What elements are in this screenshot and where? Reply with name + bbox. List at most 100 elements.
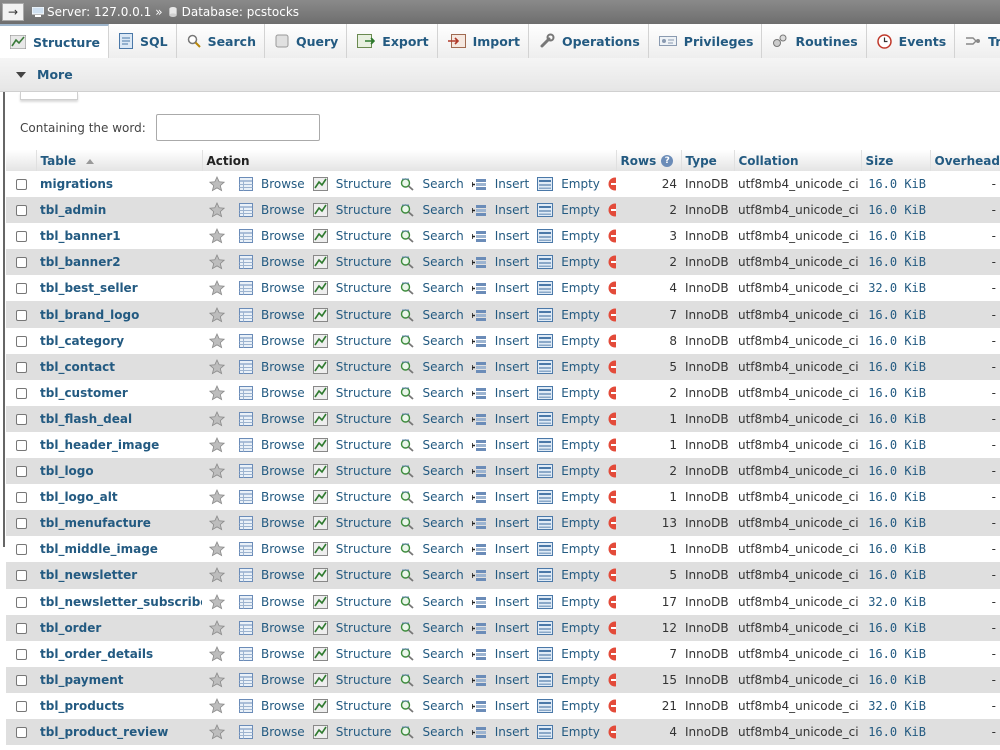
action-structure-link[interactable]: Structure (312, 568, 392, 583)
favorite-star-icon[interactable] (209, 202, 229, 218)
action-browse-link[interactable]: Browse (239, 568, 305, 583)
size-link[interactable]: 16.0 KiB (861, 614, 930, 641)
favorite-star-icon[interactable] (209, 228, 229, 244)
action-structure-link[interactable]: Structure (312, 281, 392, 296)
action-structure-link[interactable]: Structure (312, 359, 392, 374)
action-structure-link[interactable]: Structure (312, 255, 392, 270)
row-checkbox[interactable] (15, 179, 27, 191)
row-checkbox[interactable] (15, 674, 27, 686)
action-search-link[interactable]: Search (400, 281, 464, 295)
header-type[interactable]: Type (681, 150, 735, 171)
table-name-link[interactable]: tbl_contact (40, 360, 115, 374)
row-checkbox[interactable] (15, 231, 27, 243)
action-drop-link[interactable]: Drop (608, 438, 616, 452)
favorite-star-icon[interactable] (209, 671, 229, 688)
action-structure-link[interactable]: Structure (312, 725, 392, 740)
breadcrumb-database[interactable]: Database: pcstocks (167, 5, 299, 19)
action-search-link[interactable]: Search (400, 542, 464, 556)
favorite-star-icon[interactable] (209, 567, 229, 583)
size-link[interactable]: 16.0 KiB (861, 458, 930, 485)
action-search-link[interactable]: Search (400, 203, 464, 217)
action-drop-link[interactable]: Drop (608, 725, 616, 739)
size-link[interactable]: 16.0 KiB (861, 249, 930, 276)
action-empty-link[interactable]: Empty (537, 385, 600, 400)
action-structure-link[interactable]: Structure (312, 203, 392, 218)
action-structure-link[interactable]: Structure (312, 672, 392, 687)
tab-routines[interactable]: Routines (762, 24, 867, 58)
action-empty-link[interactable]: Empty (537, 229, 600, 244)
table-name-link[interactable]: tbl_banner1 (40, 229, 121, 243)
row-checkbox[interactable] (15, 387, 27, 399)
tab-export[interactable]: Export (347, 24, 438, 58)
favorite-star-icon[interactable] (209, 254, 229, 270)
action-search-link[interactable]: Search (400, 516, 464, 530)
favorite-star-icon[interactable] (209, 358, 229, 375)
action-browse-link[interactable]: Browse (239, 385, 305, 400)
action-browse-link[interactable]: Browse (239, 594, 305, 609)
row-checkbox[interactable] (15, 570, 27, 582)
table-name-link[interactable]: tbl_flash_deal (40, 412, 132, 426)
action-insert-link[interactable]: Insert (471, 334, 529, 348)
row-checkbox[interactable] (15, 283, 27, 295)
action-empty-link[interactable]: Empty (537, 698, 600, 713)
tab-query[interactable]: Query (264, 24, 348, 58)
action-drop-link[interactable]: Drop (608, 334, 616, 348)
action-drop-link[interactable]: Drop (608, 386, 616, 400)
table-name-link[interactable]: tbl_middle_image (40, 542, 158, 556)
action-search-link[interactable]: Search (400, 595, 464, 609)
action-drop-link[interactable]: Drop (608, 595, 616, 609)
action-structure-link[interactable]: Structure (312, 307, 392, 322)
action-search-link[interactable]: Search (400, 568, 464, 582)
action-browse-link[interactable]: Browse (239, 411, 305, 426)
action-structure-link[interactable]: Structure (312, 333, 392, 348)
action-structure-link[interactable]: Structure (312, 385, 392, 400)
action-insert-link[interactable]: Insert (471, 177, 529, 191)
action-drop-link[interactable]: Drop (608, 673, 616, 687)
action-drop-link[interactable]: Drop (608, 177, 616, 191)
row-checkbox[interactable] (15, 622, 27, 634)
action-drop-link[interactable]: Drop (608, 308, 616, 322)
favorite-star-icon[interactable] (209, 410, 229, 427)
action-browse-link[interactable]: Browse (239, 516, 305, 531)
table-name-link[interactable]: tbl_products (40, 699, 124, 713)
action-insert-link[interactable]: Insert (471, 568, 529, 582)
favorite-star-icon[interactable] (209, 463, 229, 479)
action-empty-link[interactable]: Empty (537, 646, 600, 661)
action-insert-link[interactable]: Insert (471, 699, 529, 713)
size-link[interactable]: 16.0 KiB (861, 510, 930, 537)
size-link[interactable]: 16.0 KiB (861, 718, 930, 746)
favorite-star-icon[interactable] (209, 332, 229, 349)
action-structure-link[interactable]: Structure (312, 594, 392, 609)
table-name-link[interactable]: tbl_header_image (40, 438, 159, 452)
action-search-link[interactable]: Search (400, 490, 464, 504)
tab-sql[interactable]: SQL (108, 24, 177, 58)
action-drop-link[interactable]: Drop (608, 203, 616, 217)
size-link[interactable]: 16.0 KiB (861, 431, 930, 459)
action-insert-link[interactable]: Insert (471, 412, 529, 426)
action-drop-link[interactable]: Drop (608, 281, 616, 295)
favorite-star-icon[interactable] (209, 619, 229, 636)
action-empty-link[interactable]: Empty (537, 672, 600, 687)
table-name-link[interactable]: tbl_newsletter_subscriber (40, 595, 202, 609)
action-search-link[interactable]: Search (400, 386, 464, 400)
action-drop-link[interactable]: Drop (608, 490, 616, 504)
header-rows[interactable]: Rows? (616, 150, 682, 171)
size-link[interactable]: 32.0 KiB (861, 588, 930, 615)
action-drop-link[interactable]: Drop (608, 621, 616, 635)
action-browse-link[interactable]: Browse (239, 281, 305, 296)
row-checkbox[interactable] (15, 700, 27, 712)
action-structure-link[interactable]: Structure (312, 698, 392, 713)
action-drop-link[interactable]: Drop (608, 412, 616, 426)
tab-privileges[interactable]: Privileges (648, 24, 763, 58)
action-insert-link[interactable]: Insert (471, 647, 529, 661)
action-drop-link[interactable]: Drop (608, 568, 616, 582)
action-insert-link[interactable]: Insert (471, 360, 529, 374)
action-drop-link[interactable]: Drop (608, 542, 616, 556)
table-name-link[interactable]: tbl_customer (40, 386, 128, 400)
table-name-link[interactable]: tbl_logo_alt (40, 490, 118, 504)
table-name-link[interactable]: tbl_best_seller (40, 281, 138, 295)
action-structure-link[interactable]: Structure (312, 437, 392, 452)
action-browse-link[interactable]: Browse (239, 203, 305, 218)
action-browse-link[interactable]: Browse (239, 672, 305, 687)
header-collation[interactable]: Collation (734, 150, 862, 171)
